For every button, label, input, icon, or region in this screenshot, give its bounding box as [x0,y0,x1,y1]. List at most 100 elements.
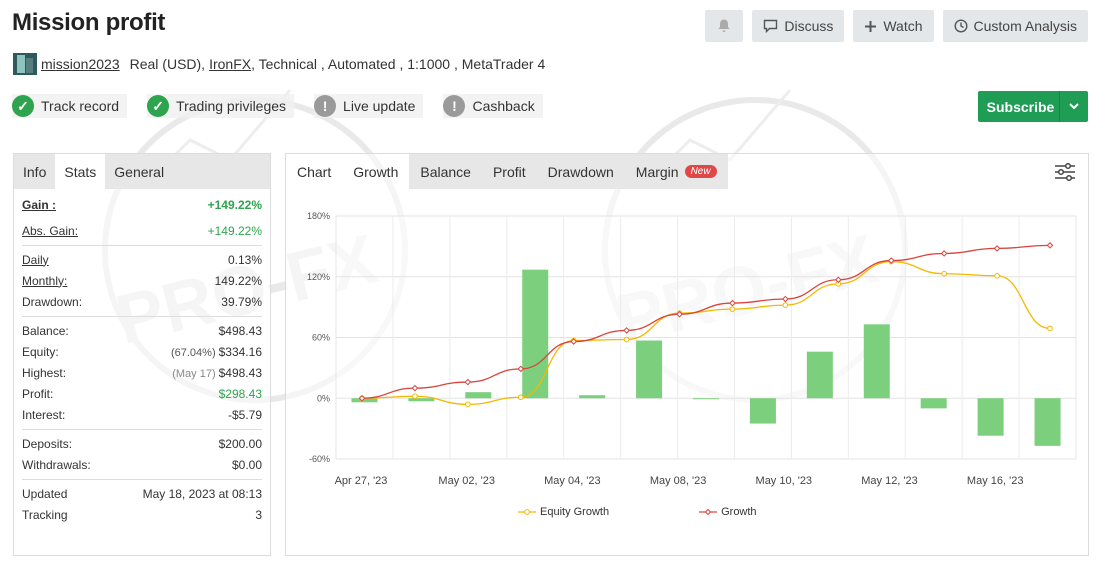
equity-growth-point [1047,325,1053,332]
stat-label[interactable]: Daily [22,253,49,267]
stat-label[interactable]: Abs. Gain: [22,224,78,238]
badge-cashback[interactable]: ! Cashback [443,94,543,118]
stat-value: 0.13% [227,252,262,267]
stat-value: $498.43 [218,365,262,380]
tab-margin[interactable]: Margin New [624,154,728,189]
equity-growth-point [517,394,524,401]
y-tick-label: 120% [307,272,330,282]
stat-monthly: Monthly: 149.22% [22,270,262,291]
growth-bar [977,398,1004,436]
stat-daily: Daily 0.13% [22,249,262,270]
status-badges: ✓ Track record ✓ Trading privileges ! Li… [12,94,543,118]
stat-abs-gain: Abs. Gain: +149.22% [22,220,262,241]
discuss-button[interactable]: Discuss [752,10,845,42]
y-tick-label: 0% [317,393,330,403]
growth-bar [579,395,606,399]
divider [22,245,262,246]
check-icon: ✓ [147,95,170,117]
legend-equity-growth[interactable]: Equity Growth [518,506,609,518]
badge-label: Live update [343,98,416,114]
comment-icon [764,19,778,33]
account-details: , Technical , Automated , 1:1000 , MetaT… [251,56,546,72]
stat-value: 3 [255,507,262,522]
new-badge: New [684,165,717,178]
equity-growth-point [412,393,418,400]
equity-growth-point [782,302,789,308]
equity-growth-point [941,270,947,277]
stat-highest: Highest: (May 17) $498.43 [22,362,262,383]
tab-profit[interactable]: Profit [481,154,537,189]
y-tick-label: 60% [312,333,330,343]
legend-growth[interactable]: Growth [699,506,757,518]
username-link[interactable]: mission2023 [41,56,120,72]
divider [22,429,262,430]
stat-value: +149.22% [207,197,262,212]
subscribe-button[interactable]: Subscribe [978,91,1088,122]
stat-label: Equity: [22,344,59,359]
stat-deposits: Deposits: $200.00 [22,433,262,454]
watch-label: Watch [883,18,923,34]
growth-bar [693,398,719,400]
stat-value: 149.22% [214,273,262,288]
tab-drawdown[interactable]: Drawdown [536,154,625,189]
check-icon: ✓ [12,95,34,117]
page-title: Mission profit [12,9,166,36]
notify-button[interactable] [705,10,744,42]
stat-tracking: Tracking 3 [22,504,262,525]
equity-growth-point [465,401,471,408]
tab-general[interactable]: General [105,154,174,189]
chevron-down-icon [1069,103,1079,110]
chart-panel: Chart Growth Balance Profit Drawdown Mar… [285,153,1089,556]
plus-icon [865,20,877,32]
avatar[interactable] [13,53,37,75]
stat-value: $498.43 [218,323,262,338]
stat-label: Deposits: [22,436,73,451]
stat-value: $334.16 [218,344,262,359]
tab-balance[interactable]: Balance [409,154,482,189]
stat-label[interactable]: Monthly: [22,274,67,288]
growth-bar [1034,398,1061,446]
stat-label: Interest: [22,407,66,422]
growth-bar [749,398,776,424]
tab-stats[interactable]: Stats [55,154,106,189]
exclamation-icon: ! [314,95,337,117]
stat-prefix: (May 17) [172,367,216,380]
stat-value: $0.00 [231,457,262,472]
stat-drawdown: Drawdown: 39.79% [22,291,262,312]
broker-link[interactable]: IronFX [209,56,251,72]
growth-bar [636,340,663,399]
growth-bar [408,398,435,402]
badge-label: Trading privileges [176,98,287,114]
discuss-label: Discuss [784,18,834,34]
x-tick-label: May 12, '23 [861,475,918,487]
stat-label: Highest: [22,365,67,380]
subscribe-dropdown[interactable] [1059,91,1088,122]
badge-live-update[interactable]: ! Live update [314,94,424,118]
divider [22,479,262,480]
badge-trading-privileges[interactable]: ✓ Trading privileges [147,94,295,118]
y-tick-label: -60% [309,454,330,464]
custom-analysis-button[interactable]: Custom Analysis [942,10,1088,42]
stat-label[interactable]: Gain : [22,198,56,212]
growth-bar [522,269,549,399]
exclamation-icon: ! [443,95,466,117]
stat-updated: Updated May 18, 2023 at 08:13 [22,483,262,504]
tab-growth[interactable]: Growth [342,154,409,189]
stat-gain: Gain : +149.22% [22,194,262,215]
tab-chart[interactable]: Chart [286,154,342,189]
stats-panel: Info Stats General Gain : +149.22% Abs. … [13,153,271,556]
x-tick-label: May 16, '23 [967,475,1024,487]
stat-label: Updated [22,486,68,501]
legend-label: Equity Growth [540,506,610,518]
badge-label: Cashback [472,98,535,114]
subscribe-label: Subscribe [986,98,1055,115]
stat-interest: Interest: -$5.79 [22,404,262,425]
stat-label: Drawdown: [22,294,83,309]
tab-info[interactable]: Info [14,154,56,189]
chart-settings-icon[interactable] [1054,162,1076,182]
growth-bar [863,324,890,399]
watch-button[interactable]: Watch [853,10,934,42]
badge-label: Track record [41,98,120,114]
equity-growth-point [994,272,1000,279]
badge-track-record[interactable]: ✓ Track record [12,94,128,118]
